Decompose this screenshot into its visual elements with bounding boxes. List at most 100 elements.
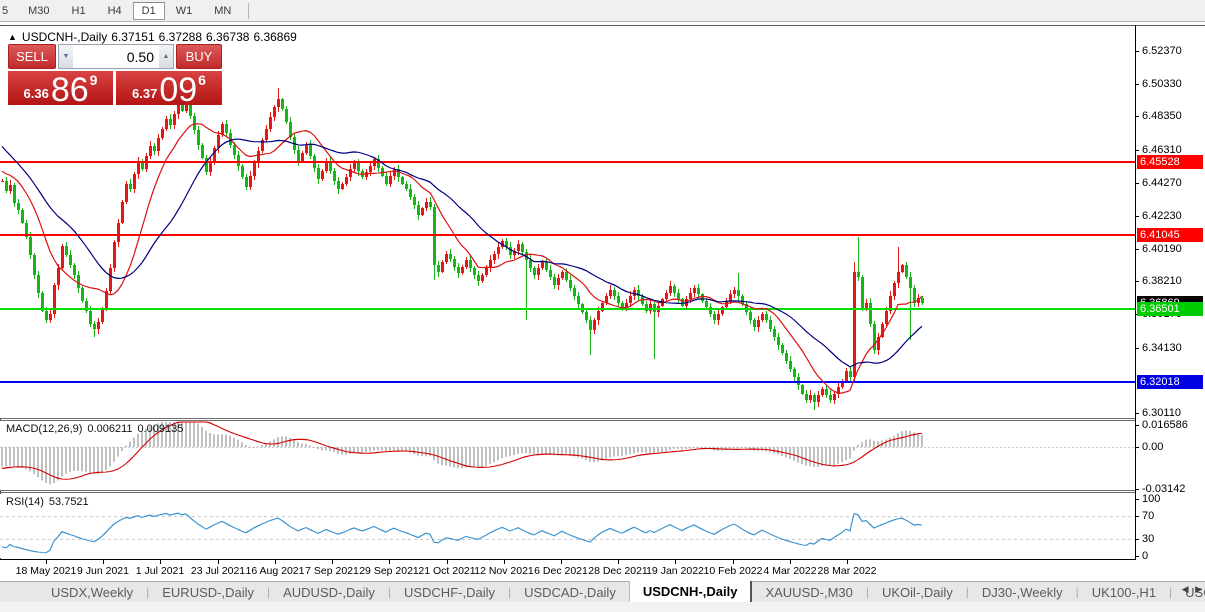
bid-price-panel[interactable]: 6.36 86 9 xyxy=(8,71,113,109)
tab-audusd-daily[interactable]: AUDUSD-,Daily xyxy=(270,583,388,602)
rsi-name: RSI(14) xyxy=(6,496,44,508)
date-tick xyxy=(46,560,47,564)
price-tick xyxy=(1135,281,1139,283)
rsi-axis-label: 0 xyxy=(1142,550,1149,562)
rsi-indicator-canvas[interactable] xyxy=(0,494,1136,558)
timeframe-toolbar: 5 M30 H1 H4 D1 W1 MN xyxy=(0,0,1205,22)
chart-window: 5 M30 H1 H4 D1 W1 MN ▲ USDCNH-,Daily 6.37151 6.37… xyxy=(0,0,1205,612)
pane-separator[interactable] xyxy=(0,418,1136,419)
macd-name: MACD(12,26,9) xyxy=(6,423,83,435)
status-strip xyxy=(0,602,1205,612)
price-tick xyxy=(1135,347,1139,349)
tab-scroll-right-icon[interactable]: ▶ xyxy=(1195,584,1202,594)
macd-axis-tick xyxy=(1135,425,1139,426)
rsi-axis-tick xyxy=(1135,556,1139,557)
macd-indicator-label: MACD(12,26,9) 0.006211 0.009135 xyxy=(6,423,188,435)
date-tick-label: 9 Jun 2021 xyxy=(77,565,129,577)
timeframe-h4[interactable]: H4 xyxy=(97,2,133,20)
tab-usdx-weekly[interactable]: USDX,Weekly xyxy=(38,583,146,602)
sell-button[interactable]: SELL xyxy=(8,44,56,69)
pane-separator[interactable] xyxy=(0,490,1136,491)
date-tick xyxy=(733,560,734,564)
symbol-triangle-icon: ▲ xyxy=(8,32,17,42)
rsi-axis-label: 70 xyxy=(1142,510,1155,523)
date-tick xyxy=(618,560,619,564)
date-tick-label: 6 Dec 2021 xyxy=(534,565,588,577)
rsi-axis-label: 30 xyxy=(1142,532,1155,545)
level-price-label: 6.36501 xyxy=(1137,302,1203,317)
tab-uk100-h1[interactable]: UK100-,H1 xyxy=(1079,583,1169,602)
price-tick xyxy=(1135,149,1139,151)
timeframe-m30[interactable]: M30 xyxy=(17,2,60,20)
volume-input[interactable] xyxy=(73,45,159,68)
volume-box: ▼ ▲ xyxy=(58,44,174,69)
level-price-label: 6.32018 xyxy=(1137,374,1203,389)
date-tick xyxy=(275,560,276,564)
rsi-value: 53.7521 xyxy=(48,496,89,508)
tab-usdchf-daily[interactable]: USDCHF-,Daily xyxy=(391,583,508,602)
date-tick xyxy=(790,560,791,564)
macd-axis-tick xyxy=(1135,447,1139,448)
bid-price-pip: 9 xyxy=(89,72,98,88)
date-tick xyxy=(389,560,390,564)
price-tick xyxy=(1135,116,1139,118)
price-tick-label: 6.30110 xyxy=(1142,406,1181,419)
rsi-indicator-label: RSI(14) 53.7521 xyxy=(6,496,94,508)
price-tick xyxy=(1135,51,1139,52)
tab-eurusd-daily[interactable]: EURUSD-,Daily xyxy=(149,583,267,602)
price-tick-label: 6.44270 xyxy=(1142,176,1182,189)
date-tick xyxy=(218,560,219,564)
price-tick-label: 6.38210 xyxy=(1142,275,1182,288)
symbol-tab-bar: USDX,Weekly | EURUSD-,Daily | AUDUSD-,Daily |… xyxy=(0,581,1205,602)
timeframe-5[interactable]: 5 xyxy=(0,2,17,20)
chart-ohlc-header: ▲ USDCNH-,Daily 6.37151 6.37288 6.36738 6.368… xyxy=(8,30,301,44)
price-tick xyxy=(1135,182,1139,184)
date-axis: 18 May 2021 9 Jun 2021 1 Jul 2021 23 Jul 20… xyxy=(0,560,1136,580)
pane-separator xyxy=(0,420,1136,421)
price-tick-label: 6.40190 xyxy=(1142,243,1182,256)
macd-signal-value: 0.009135 xyxy=(137,423,184,435)
timeframe-w1[interactable]: W1 xyxy=(165,2,204,20)
volume-decrease-button[interactable]: ▼ xyxy=(59,45,73,68)
timeframe-mn[interactable]: MN xyxy=(203,2,242,20)
price-tick-label: 6.46310 xyxy=(1142,143,1182,156)
date-tick xyxy=(103,560,104,564)
macd-axis-label: 0.016586 xyxy=(1142,419,1188,431)
tab-dj30-weekly[interactable]: DJ30-,Weekly xyxy=(969,583,1076,602)
tab-usdcnh-daily[interactable]: USDCNH-,Daily xyxy=(628,581,753,602)
tab-scroll-left-icon[interactable]: ◀ xyxy=(1182,584,1189,594)
date-tick xyxy=(561,560,562,564)
price-tick-label: 6.42230 xyxy=(1142,209,1182,222)
ask-price-panel[interactable]: 6.37 09 6 xyxy=(116,71,222,107)
level-price-label: 6.41045 xyxy=(1137,228,1203,243)
date-tick-label: 21 Oct 2021 xyxy=(418,565,476,577)
date-tick-label: 12 Nov 2021 xyxy=(474,565,534,577)
date-tick-label: 4 Mar 2022 xyxy=(763,565,817,577)
date-tick-label: 18 May 2021 xyxy=(15,565,77,577)
level-price-label: 6.45528 xyxy=(1137,155,1203,170)
price-tick xyxy=(1135,412,1139,414)
ohlc-close: 6.36869 xyxy=(253,30,297,44)
date-tick-label: 23 Jul 2021 xyxy=(190,565,246,577)
rsi-axis-tick xyxy=(1135,499,1139,500)
tab-xauusd-m30[interactable]: XAUUSD-,M30 xyxy=(752,583,865,602)
timeframe-h1[interactable]: H1 xyxy=(61,2,97,20)
rsi-axis-tick xyxy=(1135,538,1139,540)
price-tick xyxy=(1135,215,1139,217)
tab-scroll-controls: ◀ ▶ xyxy=(1178,584,1202,595)
price-axis: 6.52370 6.50330 6.48350 6.46310 6.44270 6.422… xyxy=(1135,25,1205,562)
date-tick-label: 7 Sep 2021 xyxy=(305,565,359,577)
price-tick-label: 6.34130 xyxy=(1142,341,1182,354)
tab-usdcad-daily[interactable]: USDCAD-,Daily xyxy=(511,583,629,602)
date-tick xyxy=(504,560,505,564)
price-tick-label: 6.50330 xyxy=(1142,78,1182,91)
tab-ukoil-daily[interactable]: UKOil-,Daily xyxy=(869,583,966,602)
date-tick-label: 28 Dec 2021 xyxy=(588,565,648,577)
price-tick xyxy=(1135,84,1139,86)
bid-price-big: 86 xyxy=(50,71,89,109)
timeframe-d1[interactable]: D1 xyxy=(132,1,165,20)
one-click-trade-widget: SELL ▼ ▲ BUY 6.36 86 9 6.37 09 6 xyxy=(8,44,222,109)
date-tick xyxy=(675,560,676,564)
buy-button[interactable]: BUY xyxy=(176,44,222,69)
volume-increase-button[interactable]: ▲ xyxy=(159,45,173,68)
